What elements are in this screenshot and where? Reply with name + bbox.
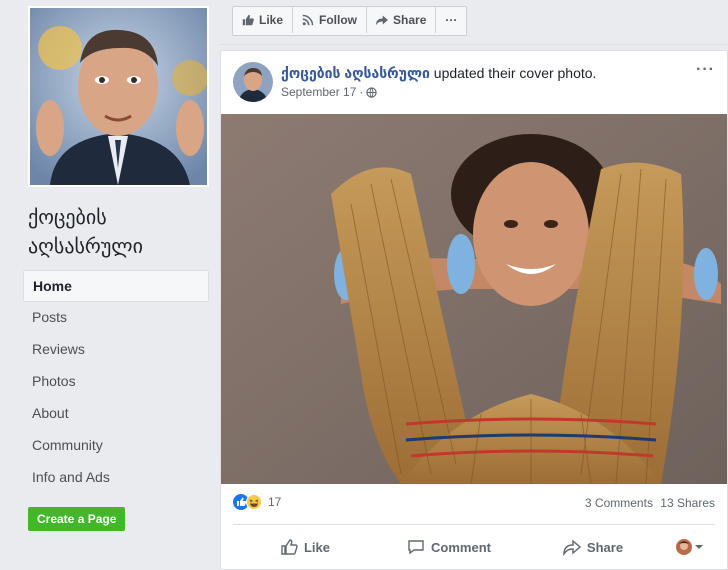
meta-separator: · (359, 85, 364, 99)
shares-count[interactable]: 13 Shares (660, 496, 715, 510)
post-like-label: Like (303, 539, 330, 555)
cover-photo-image (221, 114, 727, 484)
post-date[interactable]: September 17 (281, 85, 356, 99)
avatar-image (233, 62, 273, 102)
sidebar-nav: Home Posts Reviews Photos About Communit… (23, 270, 209, 494)
page-like-button[interactable]: Like (233, 7, 294, 33)
post-meta: September 17 · (281, 85, 378, 99)
page-like-label: Like (259, 13, 284, 27)
page-share-button[interactable]: Share (367, 7, 437, 33)
divider (220, 44, 728, 45)
post-author-link[interactable]: ქოცების აღსასრული (281, 65, 430, 81)
post-action-row: Like Comment Share (233, 531, 715, 563)
comment-icon (408, 540, 424, 555)
user-avatar-small-icon (676, 539, 692, 555)
sidebar-item-community[interactable]: Community (23, 430, 209, 462)
post-options-button[interactable]: ··· (696, 61, 715, 79)
reaction-count: 17 (268, 495, 282, 509)
thumbs-up-outline-icon (281, 539, 298, 555)
page-share-label: Share (393, 13, 427, 27)
share-arrow-icon (563, 539, 581, 556)
engagement-counts: 3 Comments 13 Shares (585, 496, 715, 510)
post-author-avatar[interactable] (233, 62, 273, 102)
share-arrow-icon (376, 15, 389, 26)
sidebar-item-reviews[interactable]: Reviews (23, 334, 209, 366)
create-page-button[interactable]: Create a Page (28, 507, 126, 531)
profile-photo-image (30, 8, 207, 185)
share-as-selector[interactable] (665, 531, 715, 563)
page-action-bar: Like Follow Share ··· (232, 6, 468, 36)
cover-photo[interactable] (221, 114, 727, 484)
post-share-button[interactable]: Share (521, 531, 665, 563)
comments-count[interactable]: 3 Comments (585, 496, 653, 510)
post-share-label: Share (586, 539, 624, 555)
more-dots-icon: ··· (445, 13, 458, 27)
post-headline: ქოცების აღსასრული updated their cover ph… (281, 65, 596, 82)
thumbs-up-icon (242, 14, 254, 26)
sidebar-item-info-and-ads[interactable]: Info and Ads (23, 462, 209, 494)
page-follow-label: Follow (319, 13, 358, 27)
sidebar-item-photos[interactable]: Photos (23, 366, 209, 398)
main-column: Like Follow Share ··· ქოცების აღსასრული … (220, 0, 728, 570)
page-more-button[interactable]: ··· (436, 7, 466, 33)
post-action-text: updated their cover photo. (433, 65, 597, 81)
page-title[interactable]: ქოცების აღსასრული (28, 204, 213, 262)
page-follow-button[interactable]: Follow (293, 7, 368, 33)
left-sidebar: ქოცების აღსასრული Home Posts Reviews Pho… (0, 0, 220, 570)
reactions-summary[interactable]: 17 (233, 494, 281, 510)
haha-icon (246, 494, 262, 510)
actions-divider (233, 524, 715, 525)
chevron-down-icon (695, 545, 703, 549)
profile-picture[interactable] (28, 6, 209, 187)
sidebar-item-about[interactable]: About (23, 398, 209, 430)
sidebar-item-home[interactable]: Home (23, 270, 209, 302)
rss-icon (302, 14, 314, 26)
post-card: ქოცების აღსასრული updated their cover ph… (220, 50, 728, 570)
post-comment-label: Comment (431, 539, 491, 555)
post-comment-button[interactable]: Comment (377, 531, 521, 563)
sidebar-item-posts[interactable]: Posts (23, 302, 209, 334)
post-like-button[interactable]: Like (233, 531, 377, 563)
post-stats: 17 3 Comments 13 Shares (233, 492, 715, 514)
globe-icon[interactable] (366, 86, 378, 98)
